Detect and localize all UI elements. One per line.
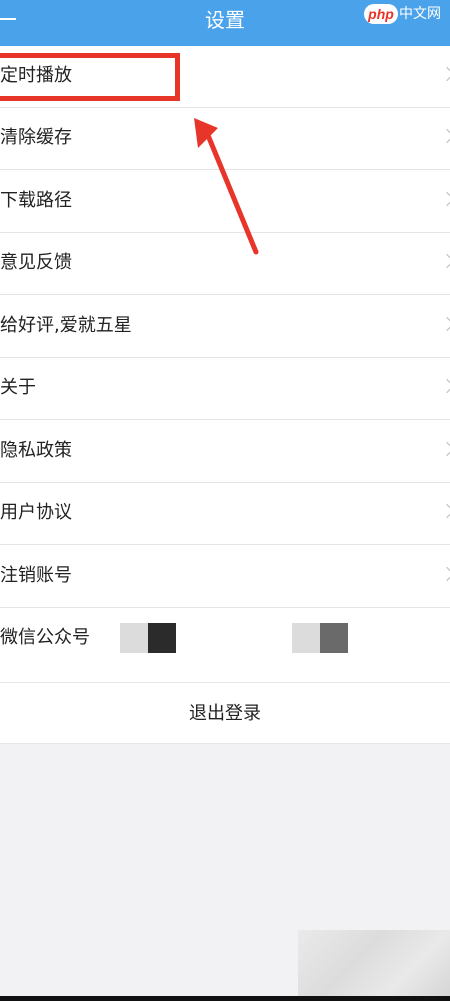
settings-item-label: 用户协议 [0, 502, 72, 523]
settings-item-label: 微信公众号 [0, 627, 90, 648]
settings-item-label: 注销账号 [0, 565, 72, 586]
settings-item-label: 隐私政策 [0, 440, 72, 461]
chevron-right-icon [439, 503, 450, 519]
header-bar: 设置 php 中文网 [0, 0, 450, 46]
chevron-right-icon [439, 378, 450, 394]
annotation-highlight-box [0, 53, 180, 101]
logout-label: 退出登录 [189, 703, 261, 724]
watermark-php: php [364, 4, 398, 24]
settings-item-label: 下载路径 [0, 190, 72, 211]
chevron-right-icon [439, 253, 450, 269]
watermark-cn: 中文网 [399, 6, 441, 22]
settings-list: 定时播放 清除缓存 下载路径 意见反馈 给好评,爱就五星 关于 隐私政策 用户协… [0, 46, 450, 682]
mosaic-watermark [298, 930, 450, 996]
settings-item-label: 给好评,爱就五星 [0, 315, 132, 336]
settings-item-clear-cache[interactable]: 清除缓存 [0, 108, 450, 170]
logout-button[interactable]: 退出登录 [0, 682, 450, 744]
settings-item-download-path[interactable]: 下载路径 [0, 171, 450, 233]
settings-item-feedback[interactable]: 意见反馈 [0, 233, 450, 295]
settings-item-label: 清除缓存 [0, 127, 72, 148]
mosaic-block [320, 623, 348, 653]
settings-item-label: 意见反馈 [0, 252, 72, 273]
settings-item-about[interactable]: 关于 [0, 358, 450, 420]
chevron-right-icon [439, 66, 450, 82]
mosaic-block [120, 623, 148, 653]
watermark-logo: php 中文网 [364, 4, 450, 26]
chevron-right-icon [439, 566, 450, 582]
settings-item-label: 关于 [0, 377, 36, 398]
chevron-right-icon [439, 316, 450, 332]
settings-item-wechat-account[interactable]: 微信公众号 [0, 608, 450, 670]
chevron-right-icon [439, 128, 450, 144]
mosaic-fade [90, 625, 120, 655]
chevron-right-icon [439, 191, 450, 207]
settings-item-delete-account[interactable]: 注销账号 [0, 546, 450, 608]
mosaic-block [292, 623, 320, 653]
settings-item-user-agreement[interactable]: 用户协议 [0, 483, 450, 545]
settings-item-privacy-policy[interactable]: 隐私政策 [0, 421, 450, 483]
bottom-edge-bar [0, 996, 450, 1001]
chevron-right-icon [439, 441, 450, 457]
settings-item-rate-five-stars[interactable]: 给好评,爱就五星 [0, 296, 450, 358]
mosaic-block [148, 623, 176, 653]
